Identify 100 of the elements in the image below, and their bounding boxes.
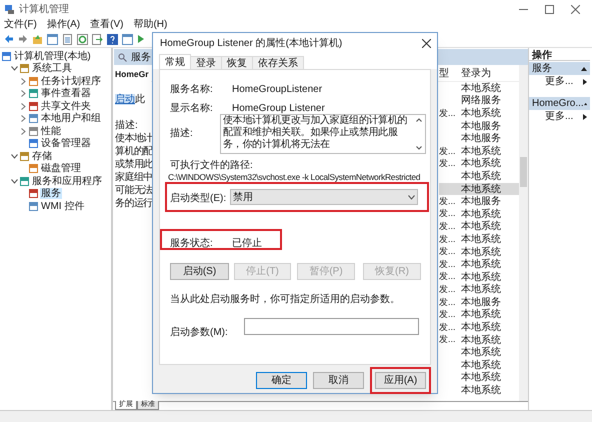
action-link[interactable]: 更多... — [545, 74, 574, 89]
table-cell-text: 发... — [439, 194, 456, 208]
status-value: 已停止 — [232, 236, 262, 251]
tree-item[interactable]: 服务 — [40, 188, 62, 200]
window-icon — [20, 176, 29, 186]
chevron-right-icon[interactable] — [21, 128, 26, 135]
field-label: 服务状态: — [170, 236, 213, 251]
refresh-icon[interactable] — [77, 34, 88, 44]
scrollbar[interactable] — [519, 65, 528, 401]
column-header[interactable]: 型 — [439, 68, 449, 78]
panel-title: 服务 — [131, 50, 151, 64]
tree-item[interactable]: 计算机管理(本地) — [13, 50, 92, 62]
field-label: 启动类型(E): — [170, 192, 226, 206]
table-cell-text: 本地系统 — [461, 346, 501, 360]
table-cell-text: 发... — [439, 258, 456, 271]
scroll-up-icon[interactable] — [416, 118, 422, 122]
table-cell-text: 发... — [439, 283, 456, 296]
field-label: 启动参数(M): — [170, 326, 228, 340]
panel-icon[interactable] — [47, 34, 58, 44]
tree-item[interactable]: WMI 控件 — [40, 200, 86, 212]
search-icon — [118, 52, 127, 62]
description-text: 务的运行 — [115, 196, 151, 209]
collapse-icon[interactable] — [581, 66, 587, 70]
chevron-down-icon[interactable] — [11, 178, 18, 184]
table-cell-text: 本地系统 — [461, 308, 501, 322]
tree-item[interactable]: 本地用户和组 — [40, 113, 102, 124]
parameters-input[interactable] — [244, 318, 419, 335]
table-cell-text: 发... — [439, 333, 456, 346]
tree-item[interactable]: 共享文件夹 — [40, 100, 92, 112]
tree-item[interactable]: 存储 — [31, 150, 53, 162]
tree-item[interactable]: 系统工具 — [31, 63, 73, 74]
back-arrow-icon[interactable] — [4, 34, 14, 44]
chevron-right-icon[interactable] — [21, 90, 26, 98]
maximize-icon[interactable] — [544, 4, 554, 14]
dialog-tab[interactable]: 常规 — [159, 54, 191, 69]
description-text: 使本地计 — [115, 132, 151, 144]
table-cell-text: 本地系统 — [461, 82, 501, 95]
table-cell-text: 本地系统 — [461, 232, 501, 246]
chevron-down-icon[interactable] — [11, 154, 18, 159]
window-title: 计算机管理 — [19, 2, 69, 16]
folder-up-icon[interactable] — [32, 34, 43, 44]
window-icon — [29, 164, 38, 174]
dialog-button[interactable]: 取消 — [313, 372, 364, 389]
description-box[interactable]: 使本地计算机更改与加入家庭组的计算机的配置和维护相关联。如果停止或禁用此服务，你的计算机将无法在 — [220, 114, 426, 154]
startup-type-dropdown[interactable]: 禁用 — [230, 189, 418, 205]
menu-item[interactable]: 帮助(H) — [133, 17, 168, 32]
tree-item[interactable]: 设备管理器 — [40, 138, 92, 150]
table-cell-text: 本地系统 — [461, 258, 501, 272]
link-text: 此 — [135, 94, 145, 105]
play-icon[interactable] — [137, 34, 145, 44]
document-icon[interactable] — [62, 34, 73, 44]
table-cell-text: 本地系统 — [461, 246, 501, 258]
table-cell-text: 发... — [439, 296, 456, 309]
table-cell-text: 本地系统 — [461, 220, 501, 234]
service-button[interactable]: 启动(S) — [170, 263, 229, 280]
start-link[interactable]: 启动 — [115, 94, 135, 105]
help-icon[interactable] — [107, 34, 118, 44]
dialog-tab[interactable]: 依存关系 — [252, 56, 304, 69]
tree-item[interactable]: 磁盘管理 — [40, 163, 82, 174]
table-cell-text: 发... — [439, 308, 456, 322]
dialog-tab[interactable]: 恢复 — [221, 56, 253, 69]
tree-item[interactable]: 性能 — [40, 126, 62, 137]
chevron-right-icon[interactable] — [21, 78, 26, 85]
menu-item[interactable]: 查看(V) — [90, 17, 124, 32]
window-icon — [29, 102, 38, 111]
menu-item[interactable]: 操作(A) — [46, 17, 80, 32]
column-header[interactable]: 登录为 — [461, 68, 491, 78]
dialog-tab[interactable]: 登录 — [190, 56, 222, 69]
panel-icon[interactable] — [122, 34, 133, 44]
table-cell-text: 本地服务 — [461, 120, 501, 132]
tree-item[interactable]: 事件查看器 — [40, 88, 92, 100]
close-icon[interactable] — [570, 4, 580, 14]
action-group-title: HomeGro... — [532, 97, 584, 111]
description-text: 使本地计算机更改与加入家庭组的计算机的配置和维护相关联。如果停止或禁用此服务，你的计算机将无法在 — [223, 115, 408, 150]
tree-item[interactable]: 任务计划程序 — [40, 76, 102, 87]
app-icon — [4, 4, 15, 14]
action-link[interactable]: 更多... — [545, 109, 574, 124]
close-icon[interactable] — [422, 39, 430, 48]
dialog-button[interactable]: 确定 — [256, 372, 307, 389]
forward-arrow-icon[interactable] — [18, 34, 28, 44]
field-value: HomeGroupListener — [232, 83, 322, 97]
action-group-header[interactable]: HomeGro... — [529, 97, 590, 110]
action-group-header[interactable]: 服务 — [529, 62, 590, 75]
scroll-down-icon[interactable] — [416, 146, 422, 150]
collapse-icon[interactable] — [584, 102, 587, 106]
minimize-icon[interactable] — [518, 8, 528, 10]
chevron-right-icon[interactable] — [21, 102, 26, 110]
dialog-button[interactable]: 应用(A) — [375, 372, 426, 389]
table-cell-text: 本地系统 — [461, 156, 501, 170]
tree-item[interactable]: 服务和应用程序 — [31, 176, 103, 187]
chevron-right-icon[interactable] — [21, 115, 26, 122]
selected-row[interactable]: 本地系统 — [439, 182, 519, 196]
table-cell-text: 本地系统 — [461, 334, 501, 346]
submenu-arrow-icon — [583, 114, 587, 120]
table-cell-text: 本地系统 — [461, 208, 501, 220]
export-icon[interactable] — [92, 34, 103, 44]
chevron-down-icon[interactable] — [11, 66, 18, 72]
table-cell-text: 本地系统 — [461, 170, 501, 184]
table-cell-text: 发... — [439, 220, 456, 234]
menu-item[interactable]: 文件(F) — [4, 17, 37, 32]
